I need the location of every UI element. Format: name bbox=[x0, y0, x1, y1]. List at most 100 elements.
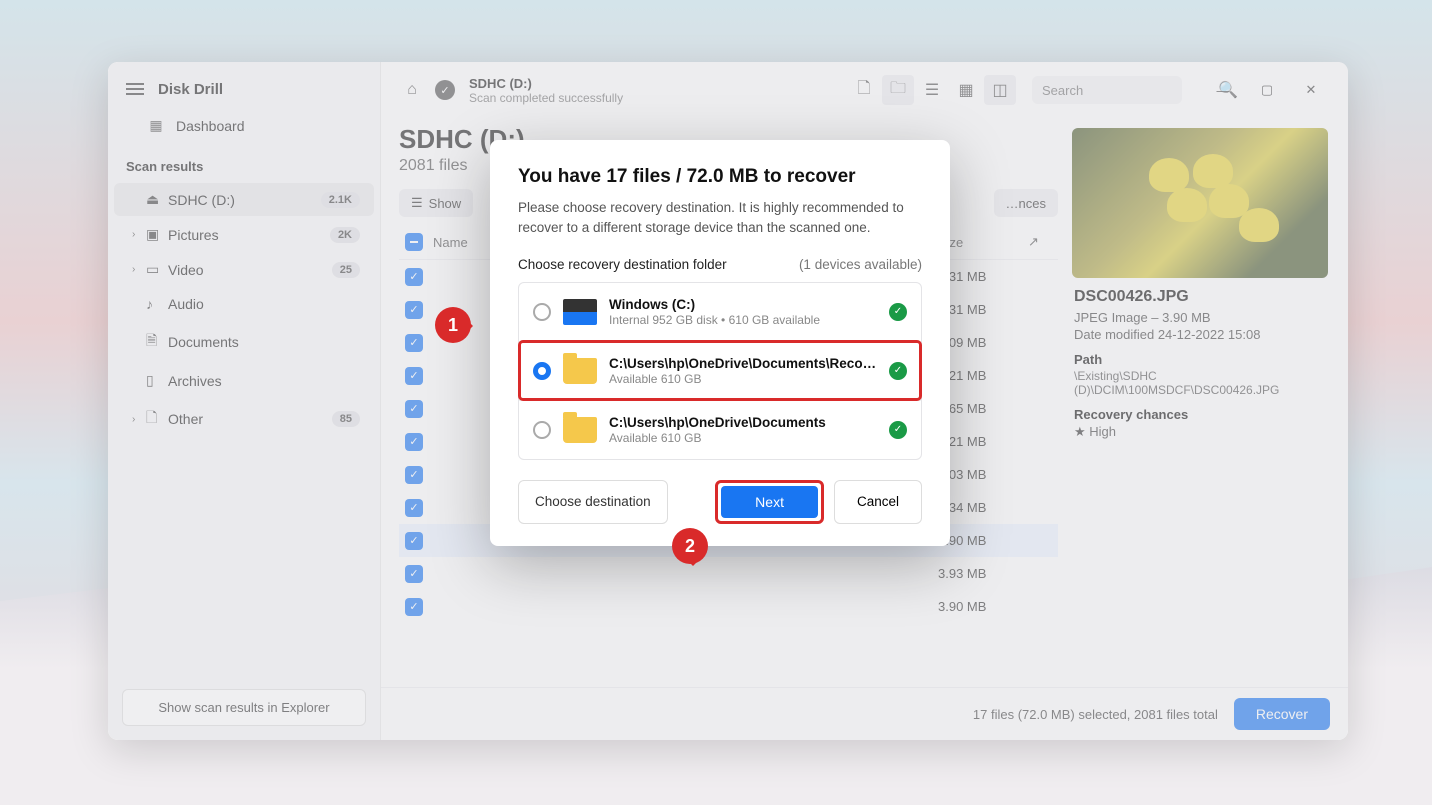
detail-modified: Date modified 24-12-2022 15:08 bbox=[1074, 327, 1320, 342]
sidebar-item-documents[interactable]: 🗎 Documents bbox=[114, 322, 374, 362]
choose-destination-button[interactable]: Choose destination bbox=[518, 480, 668, 524]
row-checkbox[interactable]: ✓ bbox=[405, 301, 423, 319]
folder-view-icon[interactable]: 🗀 bbox=[882, 75, 914, 105]
detail-path-label: Path bbox=[1074, 352, 1320, 367]
row-checkbox[interactable]: ✓ bbox=[405, 433, 423, 451]
recover-button[interactable]: Recover bbox=[1234, 698, 1330, 730]
detail-filename: DSC00426.JPG bbox=[1074, 288, 1320, 306]
chevron-right-icon: › bbox=[132, 264, 146, 275]
row-size: 4.03 MB bbox=[938, 467, 1018, 482]
count-badge: 25 bbox=[332, 262, 360, 278]
sidebar-item-drive[interactable]: ⏏ SDHC (D:) 2.1K bbox=[114, 183, 374, 216]
star-icon: ★ bbox=[1074, 424, 1086, 439]
search-box[interactable]: 🔍 bbox=[1032, 76, 1182, 104]
details-pane: DSC00426.JPG JPEG Image – 3.90 MB Date m… bbox=[1058, 124, 1330, 681]
maximize-button[interactable]: ▢ bbox=[1246, 75, 1288, 105]
count-badge: 2.1K bbox=[321, 192, 360, 208]
minimize-button[interactable]: — bbox=[1202, 75, 1244, 105]
destination-option[interactable]: Windows (C:)Internal 952 GB disk • 610 G… bbox=[519, 283, 921, 341]
modal-description: Please choose recovery destination. It i… bbox=[518, 198, 922, 239]
annotation-highlight-next: Next bbox=[715, 480, 824, 524]
sidebar-item-label: Documents bbox=[168, 334, 360, 350]
destination-title: Windows (C:) bbox=[609, 297, 877, 312]
sidebar-item-label: Other bbox=[168, 411, 332, 427]
sidebar-item-video[interactable]: › ▭ Video 25 bbox=[114, 253, 374, 286]
radio-button[interactable] bbox=[533, 362, 551, 380]
row-checkbox[interactable]: ✓ bbox=[405, 400, 423, 418]
destination-subtitle: Available 610 GB bbox=[609, 372, 877, 386]
grid-view-icon[interactable]: ▦ bbox=[950, 75, 982, 105]
row-size: 3.65 MB bbox=[938, 401, 1018, 416]
chances-filter[interactable]: …nces bbox=[994, 189, 1058, 217]
app-title: Disk Drill bbox=[158, 81, 223, 98]
file-view-icon[interactable]: 🗋 bbox=[848, 75, 880, 105]
column-size[interactable]: Size bbox=[938, 235, 1018, 250]
destination-subtitle: Available 610 GB bbox=[609, 431, 877, 445]
row-checkbox[interactable]: ✓ bbox=[405, 268, 423, 286]
table-row[interactable]: ✓ 3.90 MB bbox=[399, 590, 1058, 623]
destination-title: C:\Users\hp\OneDrive\Documents\Recov… bbox=[609, 356, 877, 371]
detail-type: JPEG Image – 3.90 MB bbox=[1074, 310, 1320, 325]
grid-icon: ▦ bbox=[148, 117, 164, 134]
destination-subtitle: Internal 952 GB disk • 610 GB available bbox=[609, 313, 877, 327]
sidebar-item-audio[interactable]: ♪ Audio bbox=[114, 288, 374, 320]
row-checkbox[interactable]: ✓ bbox=[405, 532, 423, 550]
video-icon: ▭ bbox=[146, 261, 168, 278]
recovery-destination-modal: You have 17 files / 72.0 MB to recover P… bbox=[490, 140, 950, 546]
detail-chances-label: Recovery chances bbox=[1074, 407, 1320, 422]
filter-icon: ☰ bbox=[411, 195, 423, 211]
show-filter[interactable]: ☰Show bbox=[399, 189, 473, 217]
sidebar-dashboard[interactable]: ▦ Dashboard bbox=[108, 108, 380, 143]
row-size: 3.34 MB bbox=[938, 500, 1018, 515]
sidebar-item-pictures[interactable]: › ▣ Pictures 2K bbox=[114, 218, 374, 251]
table-row[interactable]: ✓3.93 MB bbox=[399, 557, 1058, 590]
footer: 17 files (72.0 MB) selected, 2081 files … bbox=[381, 687, 1348, 740]
row-size: 5.31 MB bbox=[938, 302, 1018, 317]
row-checkbox[interactable]: ✓ bbox=[405, 334, 423, 352]
chevron-right-icon: › bbox=[132, 414, 146, 425]
sidebar-dashboard-label: Dashboard bbox=[176, 118, 245, 134]
row-checkbox[interactable]: ✓ bbox=[405, 466, 423, 484]
folder-icon bbox=[563, 417, 597, 443]
annotation-bubble-2: 2 bbox=[672, 528, 708, 564]
image-icon: ▣ bbox=[146, 226, 168, 243]
radio-button[interactable] bbox=[533, 303, 551, 321]
destination-option[interactable]: C:\Users\hp\OneDrive\DocumentsAvailable … bbox=[519, 400, 921, 459]
destination-list: Windows (C:)Internal 952 GB disk • 610 G… bbox=[518, 282, 922, 460]
search-input[interactable] bbox=[1042, 83, 1218, 98]
chevron-right-icon: › bbox=[132, 229, 146, 240]
row-checkbox[interactable]: ✓ bbox=[405, 565, 423, 583]
radio-button[interactable] bbox=[533, 421, 551, 439]
row-size: 5.21 MB bbox=[938, 368, 1018, 383]
devices-available: (1 devices available) bbox=[799, 257, 922, 272]
destination-label: Choose recovery destination folder bbox=[518, 257, 727, 272]
row-size: 4.21 MB bbox=[938, 434, 1018, 449]
topbar: ⌂ ✓ SDHC (D:) Scan completed successfull… bbox=[381, 62, 1348, 118]
document-icon: 🗎 bbox=[146, 330, 168, 354]
check-icon: ✓ bbox=[889, 303, 907, 321]
home-icon[interactable]: ⌂ bbox=[397, 75, 427, 105]
topbar-title: SDHC (D:) bbox=[469, 76, 623, 91]
select-all-checkbox[interactable] bbox=[405, 233, 423, 251]
audio-icon: ♪ bbox=[146, 296, 168, 312]
open-external-icon[interactable]: ↗ bbox=[1028, 234, 1052, 250]
check-icon: ✓ bbox=[889, 421, 907, 439]
sidebar-item-label: Archives bbox=[168, 373, 360, 389]
check-icon: ✓ bbox=[889, 362, 907, 380]
sidebar-item-other[interactable]: › 🗋 Other 85 bbox=[114, 399, 374, 439]
sidebar-item-archives[interactable]: ▯ Archives bbox=[114, 364, 374, 397]
show-in-explorer-button[interactable]: Show scan results in Explorer bbox=[122, 689, 366, 726]
row-checkbox[interactable]: ✓ bbox=[405, 367, 423, 385]
cancel-button[interactable]: Cancel bbox=[834, 480, 922, 524]
row-checkbox[interactable]: ✓ bbox=[405, 499, 423, 517]
list-view-icon[interactable]: ☰ bbox=[916, 75, 948, 105]
panel-view-icon[interactable]: ◫ bbox=[984, 75, 1016, 105]
scan-status-icon: ✓ bbox=[435, 80, 455, 100]
row-size: 3.90 MB bbox=[938, 599, 1018, 614]
menu-icon[interactable] bbox=[126, 80, 144, 98]
next-button[interactable]: Next bbox=[721, 486, 818, 518]
destination-option[interactable]: C:\Users\hp\OneDrive\Documents\Recov…Ava… bbox=[519, 341, 921, 400]
row-size: 5.31 MB bbox=[938, 269, 1018, 284]
row-checkbox[interactable]: ✓ bbox=[405, 598, 423, 616]
close-button[interactable]: ✕ bbox=[1290, 75, 1332, 105]
